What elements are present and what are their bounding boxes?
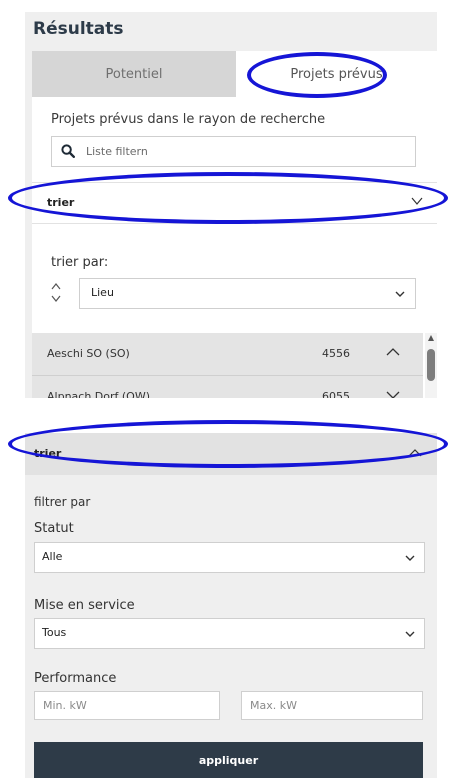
min-kw-input[interactable]	[34, 691, 220, 720]
max-kw-input[interactable]	[241, 691, 423, 720]
status-value: Alle	[42, 550, 63, 563]
panel-title: Résultats	[33, 19, 124, 39]
search-icon	[61, 144, 75, 158]
apply-button[interactable]: appliquer	[34, 742, 423, 778]
chevron-up-icon[interactable]	[386, 347, 400, 357]
chevron-down-icon	[405, 555, 415, 561]
chevron-up-icon	[408, 449, 422, 457]
commissioning-label: Mise en service	[34, 598, 135, 613]
list-item-zip: 4556	[322, 347, 350, 360]
chevron-down-icon	[395, 291, 405, 297]
sort-updown-icon[interactable]	[51, 282, 61, 304]
search-input[interactable]	[86, 137, 396, 166]
sort-by-label: trier par:	[51, 255, 109, 270]
tab-projets-prevus[interactable]: Projets prévus	[236, 51, 437, 97]
list-item[interactable]: Alpnach Dorf (OW) 6055	[32, 376, 423, 398]
chevron-down-icon	[405, 631, 415, 637]
scrollbar-thumb[interactable]	[427, 349, 435, 381]
sort-by-select[interactable]: Lieu	[79, 278, 416, 309]
section-subtitle: Projets prévus dans le rayon de recherch…	[51, 112, 326, 127]
sort-by-value: Lieu	[91, 286, 114, 299]
list-scrollbar[interactable]	[425, 333, 437, 398]
list-item-zip: 6055	[322, 390, 350, 398]
filter-by-label: filtrer par	[34, 495, 91, 509]
list-item[interactable]: Aeschi SO (SO) 4556	[32, 333, 423, 376]
results-list: Aeschi SO (SO) 4556 Alpnach Dorf (OW) 60…	[32, 333, 423, 398]
tab-content: Projets prévus dans le rayon de recherch…	[32, 97, 437, 398]
tab-potentiel[interactable]: Potentiel	[32, 51, 236, 97]
filter-section-label: trier	[34, 447, 62, 460]
chevron-down-icon[interactable]	[386, 390, 400, 398]
status-label: Statut	[34, 521, 74, 536]
performance-label: Performance	[34, 671, 117, 686]
list-item-place: Aeschi SO (SO)	[47, 347, 130, 360]
commissioning-select[interactable]: Tous	[34, 618, 425, 649]
search-box[interactable]	[51, 136, 416, 167]
chevron-down-icon	[411, 197, 423, 205]
filter-panel: trier filtrer par Statut Alle Mise en se…	[25, 433, 437, 778]
status-select[interactable]: Alle	[34, 542, 425, 573]
commissioning-value: Tous	[42, 626, 67, 639]
list-item-place: Alpnach Dorf (OW)	[47, 390, 151, 398]
tab-bar: Potentiel Projets prévus	[32, 51, 437, 97]
results-panel: Résultats Potentiel Projets prévus Proje…	[25, 12, 437, 398]
sort-section-header[interactable]: trier	[32, 182, 437, 224]
filter-section-header[interactable]: trier	[25, 433, 437, 475]
sort-section-label: trier	[47, 196, 75, 209]
scroll-up-arrow-icon[interactable]	[428, 335, 434, 341]
